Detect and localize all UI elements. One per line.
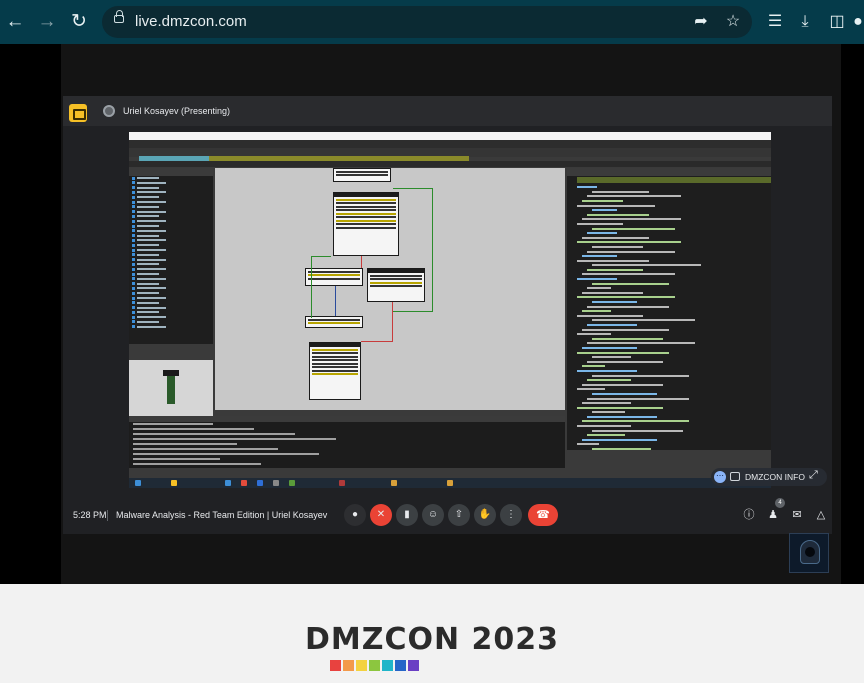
info-icon[interactable]: ⓘ (739, 505, 759, 525)
presenter-avatar (103, 105, 115, 117)
logo-swatch (395, 660, 406, 671)
pseudocode-line (577, 447, 771, 452)
logo-swatch (343, 660, 354, 671)
graph-edge (393, 188, 433, 312)
graph-edge (311, 256, 331, 318)
captions-button[interactable]: ▮ (396, 504, 418, 526)
present-button[interactable]: ⇧ (448, 504, 470, 526)
logo-color-swatches (330, 660, 419, 671)
emoji-button[interactable]: ☺ (422, 504, 444, 526)
url-text: live.dmzcon.com (135, 13, 247, 30)
disassembly-graph (215, 168, 565, 410)
presenter-name: Uriel Kosayev (Presenting) (123, 106, 231, 116)
output-console (129, 416, 565, 468)
windows-taskbar (129, 478, 771, 488)
dmzcon-logo: DMZCON 2023 (304, 622, 560, 657)
meeting-title: Malware Analysis - Red Team Edition | Ur… (116, 510, 328, 520)
browser-toolbar: ← → ↻ live.dmzcon.com ➦ ☆ ☰ ⤓ ◫ ● (0, 0, 864, 44)
self-view-thumbnail[interactable] (789, 533, 829, 573)
graph-overview (129, 360, 213, 416)
caption-chip-label: DMZCON INFO (745, 472, 805, 482)
present-screen-icon[interactable] (69, 104, 87, 122)
chat-icon[interactable]: ✉ (787, 505, 807, 525)
share-icon[interactable]: ➦ (688, 9, 714, 35)
functions-panel-header (129, 168, 213, 176)
function-list-row (129, 325, 213, 330)
shared-screen (129, 132, 771, 488)
camera-off-button[interactable]: ✕ (370, 504, 392, 526)
participant-count-badge: 4 (775, 498, 785, 508)
raise-hand-button[interactable]: ✋ (474, 504, 496, 526)
expand-icon[interactable]: ⤢ (809, 469, 818, 482)
page-footer: DMZCON 2023 (0, 584, 864, 683)
reload-icon[interactable]: ↻ (66, 9, 92, 35)
graph-edge (361, 302, 393, 342)
logo-swatch (408, 660, 419, 671)
graph-node (333, 168, 391, 182)
meeting-window: Uriel Kosayev (Presenting) ⋯ DMZCON INFO… (63, 96, 832, 534)
graph-node (309, 342, 361, 400)
media-queue-icon[interactable]: ☰ (762, 9, 788, 35)
functions-panel (129, 168, 213, 344)
pseudocode-panel (567, 168, 771, 452)
output-line (129, 462, 565, 467)
pseudocode-header (567, 168, 771, 176)
ida-menubar (129, 140, 771, 148)
logo-swatch (330, 660, 341, 671)
controls-divider (107, 510, 108, 521)
logo-swatch (356, 660, 367, 671)
bookmark-star-icon[interactable]: ☆ (720, 9, 746, 35)
microphone-icon[interactable]: ● (344, 504, 366, 526)
back-icon[interactable]: ← (2, 9, 28, 35)
profile-icon[interactable]: ● (852, 9, 864, 35)
graph-edge (335, 286, 337, 316)
graph-node (333, 192, 399, 256)
download-icon[interactable]: ⤓ (792, 9, 818, 35)
side-panel-icon[interactable]: ◫ (824, 9, 850, 35)
lock-icon (114, 10, 124, 23)
forward-icon[interactable]: → (34, 9, 60, 35)
leave-call-button[interactable]: ☎ (528, 504, 558, 526)
ida-legend (129, 161, 771, 167)
presenter-bar: Uriel Kosayev (Presenting) (63, 96, 832, 126)
caption-chip[interactable]: ⋯ DMZCON INFO ⤢ (711, 468, 827, 486)
more-dots-icon[interactable]: ⋯ (714, 471, 726, 483)
activities-icon[interactable]: △ (811, 505, 831, 525)
meeting-time: 5:28 PM (73, 510, 107, 520)
address-bar[interactable]: live.dmzcon.com ➦ ☆ (102, 6, 752, 38)
logo-swatch (382, 660, 393, 671)
captions-off-icon[interactable] (730, 472, 740, 481)
graph-edge (361, 256, 363, 268)
people-icon[interactable]: ♟ (763, 505, 783, 525)
meeting-controls: 5:28 PM Malware Analysis - Red Team Edit… (63, 496, 832, 534)
logo-swatch (369, 660, 380, 671)
more-options-button[interactable]: ⋮ (500, 504, 522, 526)
ida-titlebar (129, 132, 771, 140)
